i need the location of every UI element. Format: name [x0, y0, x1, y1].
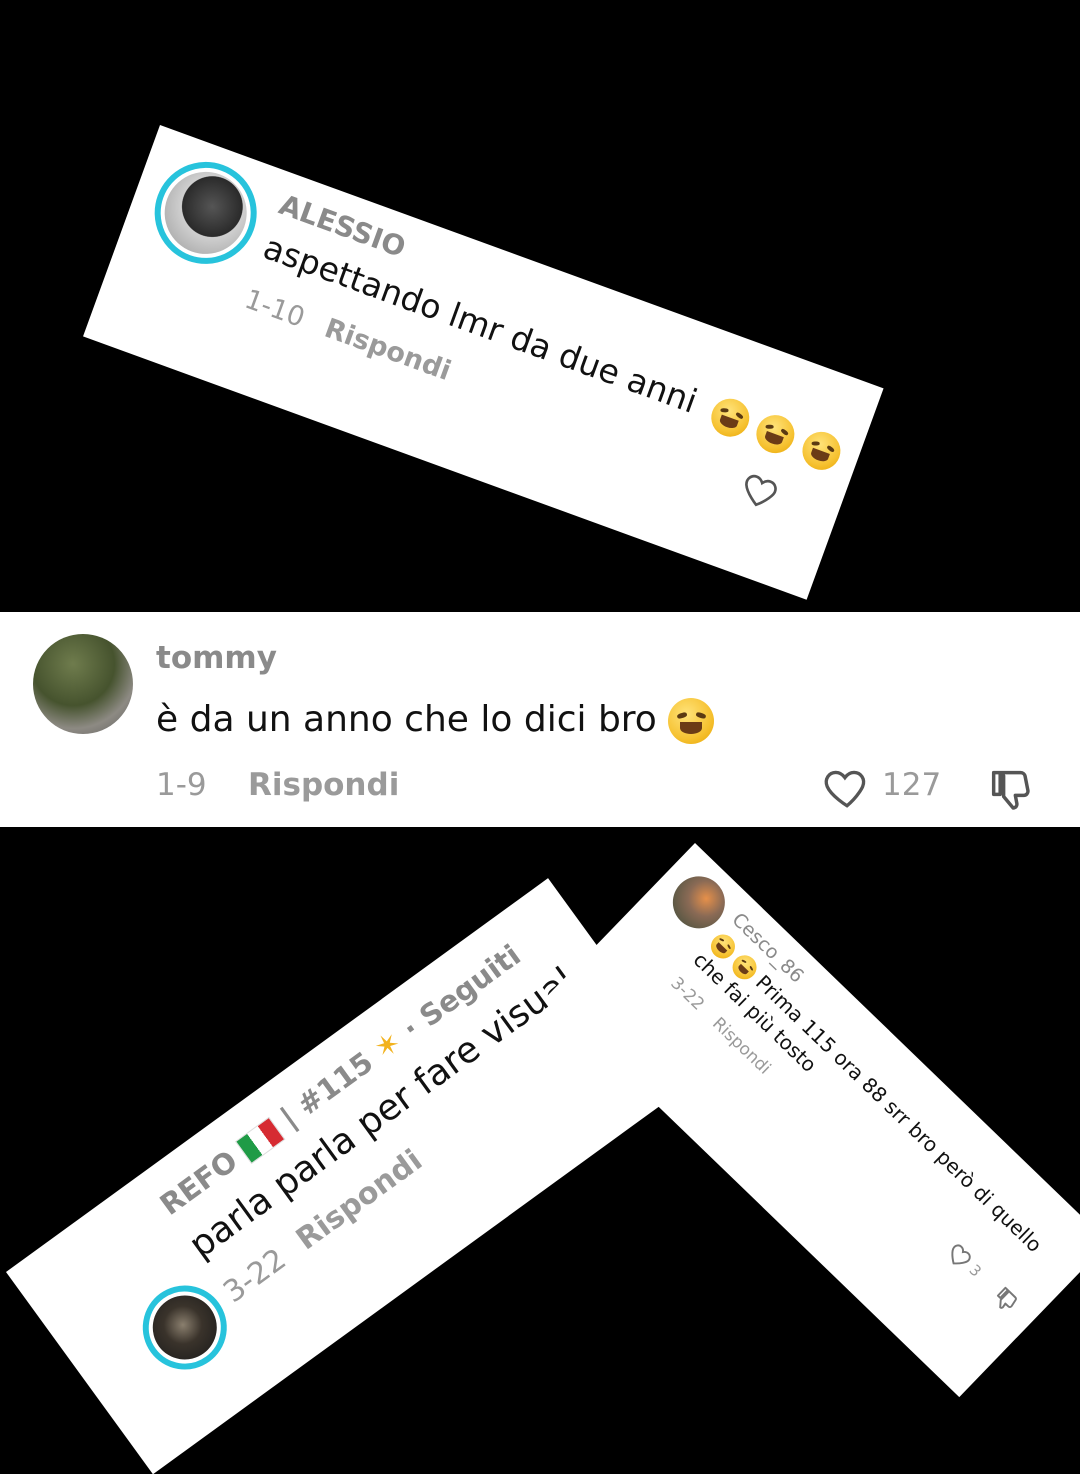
comment-date: 1-9 — [156, 767, 207, 803]
comment-card-tommy: tommy è da un anno che lo dici bro 1-9 R… — [0, 612, 1080, 827]
laughing-emoji-icon — [705, 392, 755, 442]
avatar[interactable] — [33, 634, 133, 734]
username[interactable]: tommy — [156, 640, 277, 676]
comment-text: Prima 115 ora 88 srr bro però di quello … — [687, 927, 1047, 1278]
laughing-emoji-icon — [668, 698, 715, 744]
reply-button[interactable]: Rispondi — [248, 767, 399, 803]
italy-flag-icon — [234, 1116, 286, 1165]
comment-text-content: Prima 115 ora 88 srr bro però di quello — [751, 970, 1047, 1258]
comment-date: 1-10 — [240, 283, 309, 334]
dislike-icon[interactable] — [985, 764, 1037, 816]
comment-card-alessio: ALESSIO aspettando lmr da due anni 1-10 … — [83, 125, 884, 600]
comment-date: 3-22 — [217, 1241, 293, 1311]
avatar[interactable] — [140, 147, 272, 279]
laughing-emoji-icon — [751, 409, 801, 459]
like-count: 127 — [882, 767, 942, 803]
comment-text-content: è da un anno che lo dici bro — [156, 699, 657, 740]
comment-text-content: aspettando lmr da due anni — [258, 227, 703, 421]
username-row: REFO | #115 ✶ · Seguiti — [154, 938, 528, 1223]
comment-text: parla parla per fare visual — [181, 959, 583, 1267]
laughing-emoji-icon — [796, 425, 846, 475]
dizzy-star-icon: ✶ — [367, 1024, 409, 1068]
heart-icon[interactable] — [822, 762, 872, 812]
heart-icon[interactable] — [736, 465, 787, 516]
comment-text: è da un anno che lo dici bro — [156, 698, 715, 744]
dislike-icon[interactable] — [987, 1282, 1024, 1319]
